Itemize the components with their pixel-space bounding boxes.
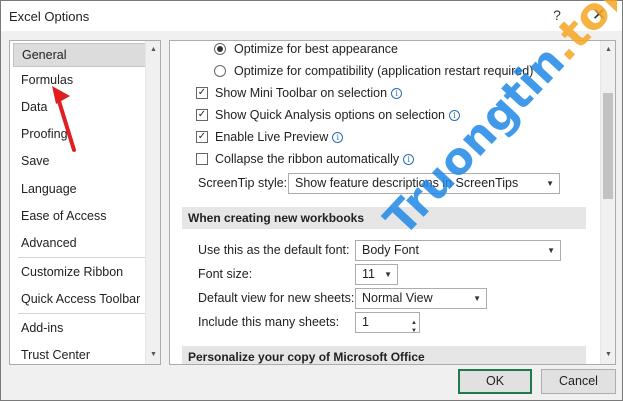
live-preview-label: Enable Live Preview — [215, 130, 329, 144]
option-live-preview[interactable]: ✓ Enable Live Preview i — [196, 127, 344, 147]
scroll-down-icon[interactable]: ▼ — [602, 348, 615, 361]
screentip-style-label: ScreenTip style: — [198, 176, 288, 190]
font-size-value: 11 — [362, 267, 375, 281]
red-arrow-annotation — [52, 86, 76, 152]
ok-button[interactable]: OK — [458, 369, 532, 394]
checkbox-collapse-ribbon[interactable] — [196, 153, 208, 165]
svg-text:Truongtin.top: Truongtin.top — [375, 0, 617, 246]
default-view-value: Normal View — [362, 291, 433, 305]
chevron-down-icon: ▼ — [473, 294, 481, 303]
cancel-button[interactable]: Cancel — [541, 369, 616, 394]
scroll-down-icon[interactable]: ▼ — [147, 348, 160, 361]
checkbox-quick-analysis[interactable]: ✓ — [196, 109, 208, 121]
nav-item-advanced[interactable]: Advanced — [13, 231, 146, 255]
nav-item-language[interactable]: Language — [13, 177, 146, 201]
font-size-label: Font size: — [198, 267, 253, 281]
default-font-label: Use this as the default font: — [198, 243, 350, 257]
sheets-count-value: 1 — [362, 315, 369, 329]
spin-down-icon[interactable]: ▼ — [411, 322, 417, 341]
nav-item-general[interactable]: General — [13, 43, 146, 67]
nav-scrollbar[interactable]: ▲ ▼ — [145, 41, 160, 364]
nav-divider — [18, 257, 146, 258]
checkbox-live-preview[interactable]: ✓ — [196, 131, 208, 143]
sheets-count-spinner[interactable]: 1 ▲ ▼ — [355, 312, 420, 334]
info-icon: i — [332, 132, 344, 143]
scroll-up-icon[interactable]: ▲ — [147, 43, 160, 56]
radio-best-appearance[interactable] — [214, 43, 226, 55]
window-title: Excel Options — [9, 9, 90, 24]
nav-divider — [18, 313, 146, 314]
radio-compatibility[interactable] — [214, 65, 226, 77]
nav-item-trust-center[interactable]: Trust Center — [13, 343, 146, 367]
nav-item-ease-of-access[interactable]: Ease of Access — [13, 204, 146, 228]
watermark-logo: Truongtin.top — [375, 0, 617, 246]
section-personalize: Personalize your copy of Microsoft Offic… — [182, 346, 586, 364]
default-view-label: Default view for new sheets: — [198, 291, 355, 305]
nav-item-add-ins[interactable]: Add-ins — [13, 316, 146, 340]
sheets-count-label: Include this many sheets: — [198, 315, 340, 329]
font-size-select[interactable]: 11 ▼ — [355, 264, 398, 285]
chevron-down-icon: ▼ — [384, 270, 392, 279]
nav-item-customize-ribbon[interactable]: Customize Ribbon — [13, 260, 146, 284]
nav-item-quick-access-toolbar[interactable]: Quick Access Toolbar — [13, 287, 146, 311]
checkbox-mini-toolbar[interactable]: ✓ — [196, 87, 208, 99]
default-view-select[interactable]: Normal View ▼ — [355, 288, 487, 309]
